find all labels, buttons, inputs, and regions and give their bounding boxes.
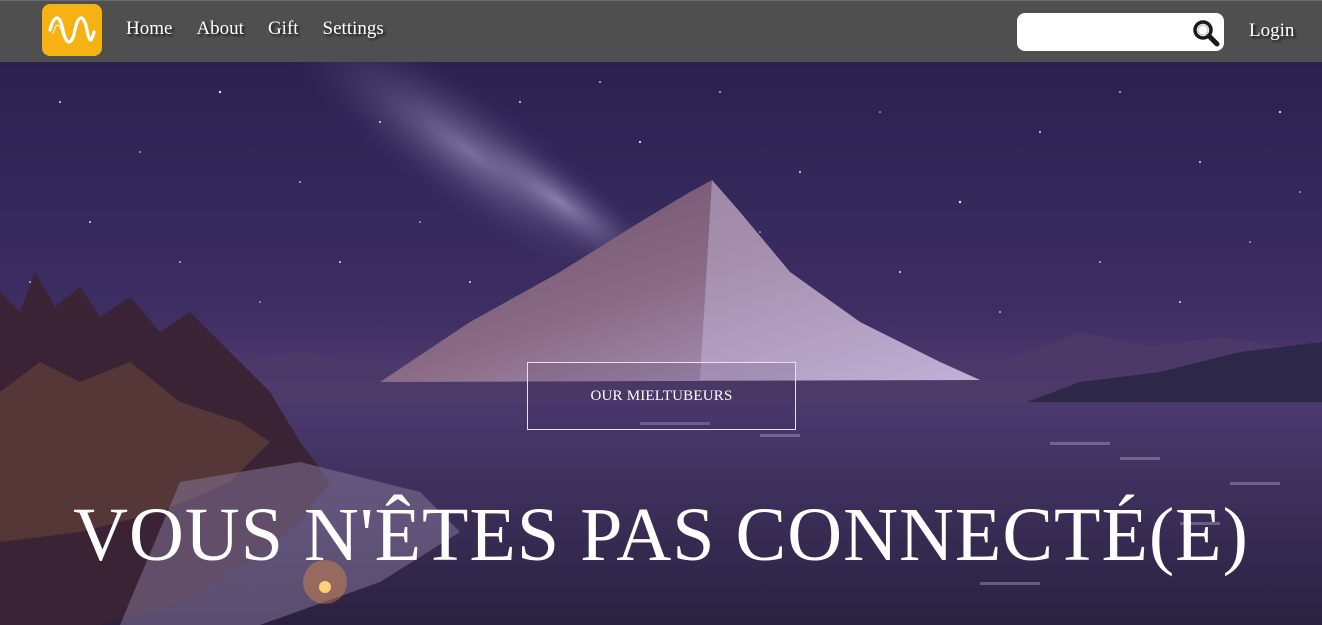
our-mieltubeurs-button[interactable]: OUR MIELTUBEURS [527,362,796,430]
nav-links: Home About Gift Settings [126,17,384,41]
nav-settings[interactable]: Settings [323,17,384,41]
search-box [1017,13,1224,51]
page: Home About Gift Settings Login OUR MIELT… [0,0,1322,625]
not-connected-headline: VOUS N'ÊTES PAS CONNECTÉ(E) [73,493,1249,577]
top-navbar: Home About Gift Settings Login [0,0,1322,62]
nav-home[interactable]: Home [126,17,172,41]
login-link[interactable]: Login [1249,19,1294,43]
search-input[interactable] [1025,19,1194,47]
search-icon[interactable] [1191,18,1221,48]
nav-about[interactable]: About [196,17,244,41]
nav-gift[interactable]: Gift [268,17,299,41]
hero-section: OUR MIELTUBEURS VOUS N'ÊTES PAS CONNECTÉ… [0,62,1322,625]
logo-icon[interactable] [42,4,102,56]
